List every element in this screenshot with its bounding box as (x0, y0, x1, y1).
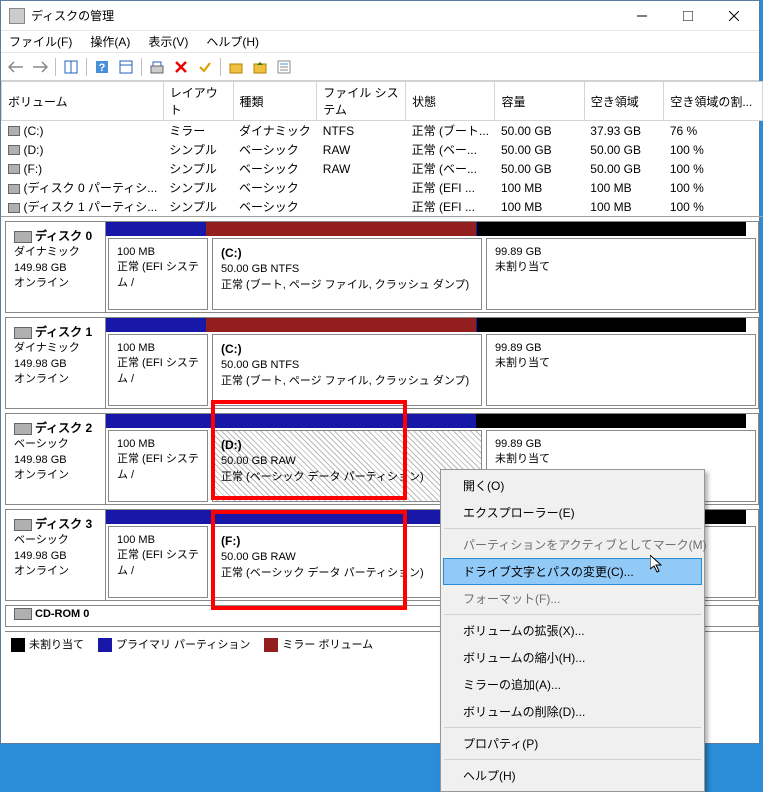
context-menu-item[interactable]: 開く(O) (443, 472, 702, 499)
help-icon[interactable]: ? (91, 56, 113, 78)
col-header[interactable]: ボリューム (2, 82, 164, 121)
context-menu-item: フォーマット(F)... (443, 585, 702, 612)
maximize-button[interactable] (665, 2, 711, 30)
partition-box[interactable]: 100 MB正常 (EFI システム / (108, 430, 208, 502)
disk-info[interactable]: ディスク 2ベーシック149.98 GBオンライン (6, 414, 106, 504)
context-menu-item[interactable]: ミラーの追加(A)... (443, 671, 702, 698)
table-row[interactable]: (F:) シンプルベーシックRAW正常 (ベー... 50.00 GB50.00… (2, 159, 763, 178)
disk-info[interactable]: ディスク 3ベーシック149.98 GBオンライン (6, 510, 106, 600)
menu-action[interactable]: 操作(A) (86, 31, 134, 52)
volume-icon (8, 164, 20, 174)
context-menu: 開く(O)エクスプローラー(E) パーティションをアクティブとしてマーク(M)ドラ… (440, 469, 705, 792)
volume-icon (8, 184, 20, 194)
volume-icon (8, 145, 20, 155)
col-header[interactable]: 空き領域 (584, 82, 664, 121)
toolbar-btn-4[interactable] (146, 56, 168, 78)
table-row[interactable]: (C:) ミラーダイナミックNTFS正常 (ブート... 50.00 GB37.… (2, 121, 763, 141)
window-title: ディスクの管理 (31, 7, 619, 24)
legend-swatch (11, 638, 25, 652)
close-button[interactable] (711, 2, 757, 30)
disk-row: ディスク 0ダイナミック149.98 GBオンライン 100 MB正常 (EFI… (5, 221, 759, 313)
context-separator (444, 614, 701, 615)
context-separator (444, 727, 701, 728)
col-header[interactable]: 種類 (233, 82, 317, 121)
svg-text:?: ? (99, 62, 106, 74)
partition-box[interactable]: 99.89 GB未割り当て (486, 238, 756, 310)
disk-info[interactable]: ディスク 1ダイナミック149.98 GBオンライン (6, 318, 106, 408)
disk-icon (14, 423, 32, 435)
col-header[interactable]: ファイル システム (317, 82, 406, 121)
delete-icon[interactable] (170, 56, 192, 78)
folder-icon[interactable] (225, 56, 247, 78)
context-menu-item: パーティションをアクティブとしてマーク(M) (443, 531, 702, 558)
context-menu-item[interactable]: ボリュームの縮小(H)... (443, 644, 702, 671)
properties-icon[interactable] (273, 56, 295, 78)
context-menu-item[interactable]: ボリュームの削除(D)... (443, 698, 702, 725)
app-icon (9, 8, 25, 24)
table-row[interactable]: (ディスク 1 パーティシ... シンプルベーシック正常 (EFI ... 10… (2, 197, 763, 216)
toolbar-btn-1[interactable] (60, 56, 82, 78)
menubar: ファイル(F) 操作(A) 表示(V) ヘルプ(H) (1, 31, 759, 53)
context-menu-item[interactable]: ボリュームの拡張(X)... (443, 617, 702, 644)
context-separator (444, 759, 701, 760)
disk-icon (14, 327, 32, 339)
disk-row: ディスク 1ダイナミック149.98 GBオンライン 100 MB正常 (EFI… (5, 317, 759, 409)
titlebar[interactable]: ディスクの管理 (1, 1, 759, 31)
partition-box[interactable]: (C:)50.00 GB NTFS正常 (ブート, ページ ファイル, クラッシ… (212, 238, 482, 310)
col-header[interactable]: 空き領域の割... (664, 82, 763, 121)
disk-icon (14, 519, 32, 531)
context-menu-item[interactable]: ドライブ文字とパスの変更(C)... (443, 558, 702, 585)
volume-icon (8, 126, 20, 136)
folder-up-icon[interactable] (249, 56, 271, 78)
partition-box[interactable]: 100 MB正常 (EFI システム / (108, 334, 208, 406)
menu-view[interactable]: 表示(V) (144, 31, 192, 52)
check-icon[interactable] (194, 56, 216, 78)
menu-help[interactable]: ヘルプ(H) (202, 31, 263, 52)
partition-box[interactable]: 100 MB正常 (EFI システム / (108, 238, 208, 310)
minimize-button[interactable] (619, 2, 665, 30)
partition-box[interactable]: (C:)50.00 GB NTFS正常 (ブート, ページ ファイル, クラッシ… (212, 334, 482, 406)
disk-info[interactable]: ディスク 0ダイナミック149.98 GBオンライン (6, 222, 106, 312)
toolbar: ? (1, 53, 759, 81)
menu-file[interactable]: ファイル(F) (5, 31, 76, 52)
col-header[interactable]: 状態 (406, 82, 495, 121)
col-header[interactable]: レイアウト (163, 82, 233, 121)
context-menu-item[interactable]: エクスプローラー(E) (443, 499, 702, 526)
table-row[interactable]: (ディスク 0 パーティシ... シンプルベーシック正常 (EFI ... 10… (2, 178, 763, 197)
disk-icon (14, 231, 32, 243)
partition-box[interactable]: 100 MB正常 (EFI システム / (108, 526, 208, 598)
toolbar-btn-3[interactable] (115, 56, 137, 78)
legend-swatch (98, 638, 112, 652)
volume-icon (8, 203, 20, 213)
table-row[interactable]: (D:) シンプルベーシックRAW正常 (ベー... 50.00 GB50.00… (2, 140, 763, 159)
legend-swatch (264, 638, 278, 652)
cdrom-icon (14, 608, 32, 620)
forward-button[interactable] (29, 56, 51, 78)
context-menu-item[interactable]: プロパティ(P) (443, 730, 702, 757)
context-separator (444, 528, 701, 529)
back-button[interactable] (5, 56, 27, 78)
col-header[interactable]: 容量 (495, 82, 584, 121)
partition-box[interactable]: 99.89 GB未割り当て (486, 334, 756, 406)
context-menu-item[interactable]: ヘルプ(H) (443, 762, 702, 789)
volume-table: ボリュームレイアウト種類ファイル システム状態容量空き領域空き領域の割... (… (1, 81, 763, 217)
